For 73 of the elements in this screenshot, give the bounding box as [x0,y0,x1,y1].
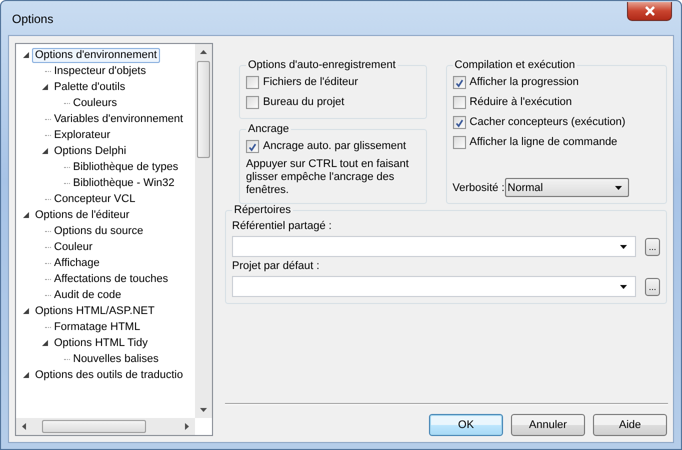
tree-item[interactable]: Inspecteur d'objets [51,64,149,78]
checkbox-box[interactable] [246,140,259,152]
field-label: Projet par défaut : [232,260,320,272]
caret-icon [620,244,627,248]
vertical-scrollbar[interactable] [195,44,212,418]
expander-icon[interactable] [42,84,48,90]
checkbox-box[interactable] [246,96,259,108]
close-icon [644,6,656,16]
group-title: Ancrage [247,123,290,135]
tree-item[interactable]: Formatage HTML [51,320,144,334]
tree-item[interactable]: Affichage [51,256,103,270]
window-title: Options [12,12,54,26]
dialog-button[interactable]: OK [429,414,503,436]
tree-item[interactable]: Nouvelles balises [70,352,162,366]
browse-button[interactable]: ... [645,278,660,296]
tree-item[interactable]: Options HTML Tidy [51,336,151,350]
tree-item[interactable]: Options du source [51,224,146,238]
tree-item[interactable]: Options Delphi [51,144,130,158]
verbosity-dropdown[interactable]: Normal [504,178,629,197]
tree-item[interactable]: Affectations de touches [51,272,172,286]
scroll-thumb[interactable] [197,61,210,158]
checkbox[interactable]: Réduire à l'exécution [452,92,660,112]
tree-item[interactable]: Options de l'éditeur [32,208,132,222]
expander-icon[interactable] [23,308,29,314]
checkbox[interactable]: Cacher concepteurs (exécution) [452,112,660,132]
expander-icon[interactable] [42,148,48,154]
browse-button[interactable]: ... [645,238,660,256]
scroll-right-icon[interactable] [185,423,189,430]
tree-item[interactable]: Couleurs [70,96,120,110]
horizontal-scrollbar[interactable] [16,418,195,435]
checkbox-box[interactable] [452,136,466,148]
help-text: Appuyer sur CTRL tout en faisant glisser empêche l'ancrage des fenêtres. [246,158,410,197]
scroll-down-icon[interactable] [200,408,207,412]
close-button[interactable] [627,2,672,21]
expander-icon[interactable] [42,340,48,346]
checkmark-icon [247,140,258,154]
tree-item[interactable]: Variables d'environnement [51,112,186,126]
tree-item[interactable]: Options des outils de traductio [32,368,186,382]
scroll-thumb[interactable] [42,420,146,433]
field-label: Verbosité : [452,182,505,194]
tree-item[interactable]: Bibliothèque - Win32 [70,176,178,190]
tree-item[interactable]: Concepteur VCL [51,192,138,206]
checkbox-box[interactable] [246,76,259,88]
checkmark-icon [454,76,465,90]
tree-item[interactable]: Bibliothèque de types [70,160,182,174]
group-title: Répertoires [233,204,292,216]
tree-item[interactable]: Couleur [51,240,96,254]
dialog-button[interactable]: Annuler [511,414,585,436]
dialog-button[interactable]: Aide [593,414,667,436]
checkbox[interactable]: Afficher la progression [452,72,660,92]
tree-item[interactable]: Palette d'outils [51,80,128,94]
tree-item[interactable]: Options d'environnement [32,48,160,62]
tree-item[interactable]: Audit de code [51,288,124,302]
checkbox-box[interactable] [452,76,466,88]
expander-icon[interactable] [23,52,29,58]
scroll-up-icon[interactable] [200,50,207,54]
group-title: Options d'auto-enregistrement [247,59,397,71]
checkmark-icon [454,116,465,130]
caret-icon [614,186,622,190]
group-title: Compilation et exécution [454,59,576,71]
field-label: Référentiel partagé : [232,220,333,232]
checkbox[interactable]: Fichiers de l'éditeur [246,72,420,92]
caret-icon [620,284,627,288]
scroll-left-icon[interactable] [22,423,26,430]
checkbox[interactable]: Ancrage auto. par glissement [246,136,420,156]
tree-item[interactable]: Options HTML/ASP.NET [32,304,158,318]
checkbox[interactable]: Afficher la ligne de commande [452,132,660,152]
expander-icon[interactable] [23,372,29,378]
tree-item[interactable]: Explorateur [51,128,114,142]
checkbox-box[interactable] [452,116,466,128]
checkbox[interactable]: Bureau du projet [246,92,420,112]
expander-icon[interactable] [23,212,29,218]
checkbox-box[interactable] [452,96,466,108]
